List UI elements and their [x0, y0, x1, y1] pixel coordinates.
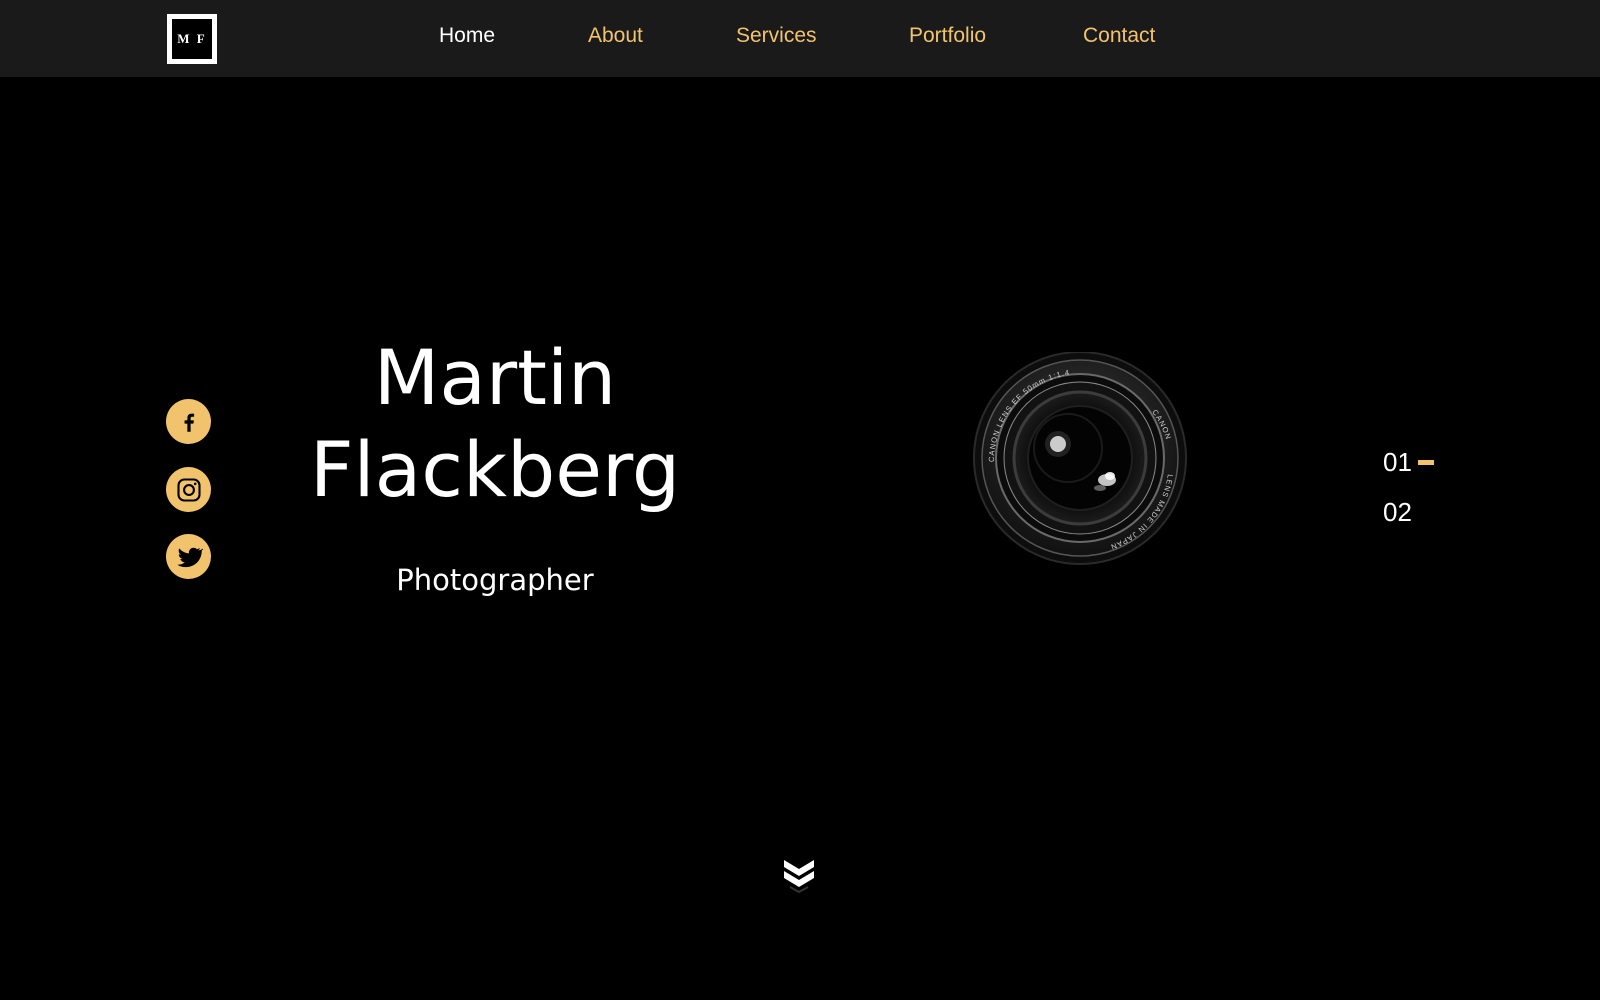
facebook-icon	[184, 413, 194, 432]
nav-menu: Home About Services Portfolio Contact	[0, 0, 1600, 77]
double-chevron-down-icon[interactable]	[782, 858, 816, 894]
twitter-icon	[176, 547, 203, 567]
instagram-link[interactable]	[166, 467, 211, 512]
nav-home[interactable]: Home	[439, 24, 495, 48]
hero-name: Martin Flackberg	[280, 332, 710, 516]
hero-role: Photographer	[396, 563, 594, 597]
slide-indicator-2[interactable]: 02	[1383, 497, 1412, 528]
twitter-link[interactable]	[166, 534, 211, 579]
instagram-icon	[176, 477, 201, 502]
nav-services[interactable]: Services	[736, 24, 817, 48]
slide-indicator-1[interactable]: 01	[1383, 447, 1434, 478]
nav-contact[interactable]: Contact	[1083, 24, 1155, 48]
slide-number: 02	[1383, 497, 1412, 527]
camera-lens-image: CANON LENS EF 50mm 1:1.4 CANON LENS MADE…	[973, 352, 1187, 565]
page: M F Home About Services Portfolio Contac…	[0, 0, 1600, 1000]
top-navbar: M F Home About Services Portfolio Contac…	[0, 0, 1600, 77]
slide-number: 01	[1383, 447, 1412, 477]
hero-first-name: Martin	[373, 333, 617, 422]
nav-portfolio[interactable]: Portfolio	[909, 24, 986, 48]
hero-last-name: Flackberg	[309, 425, 681, 514]
active-slide-dash	[1417, 460, 1434, 465]
nav-about[interactable]: About	[588, 24, 643, 48]
facebook-link[interactable]	[166, 399, 211, 444]
